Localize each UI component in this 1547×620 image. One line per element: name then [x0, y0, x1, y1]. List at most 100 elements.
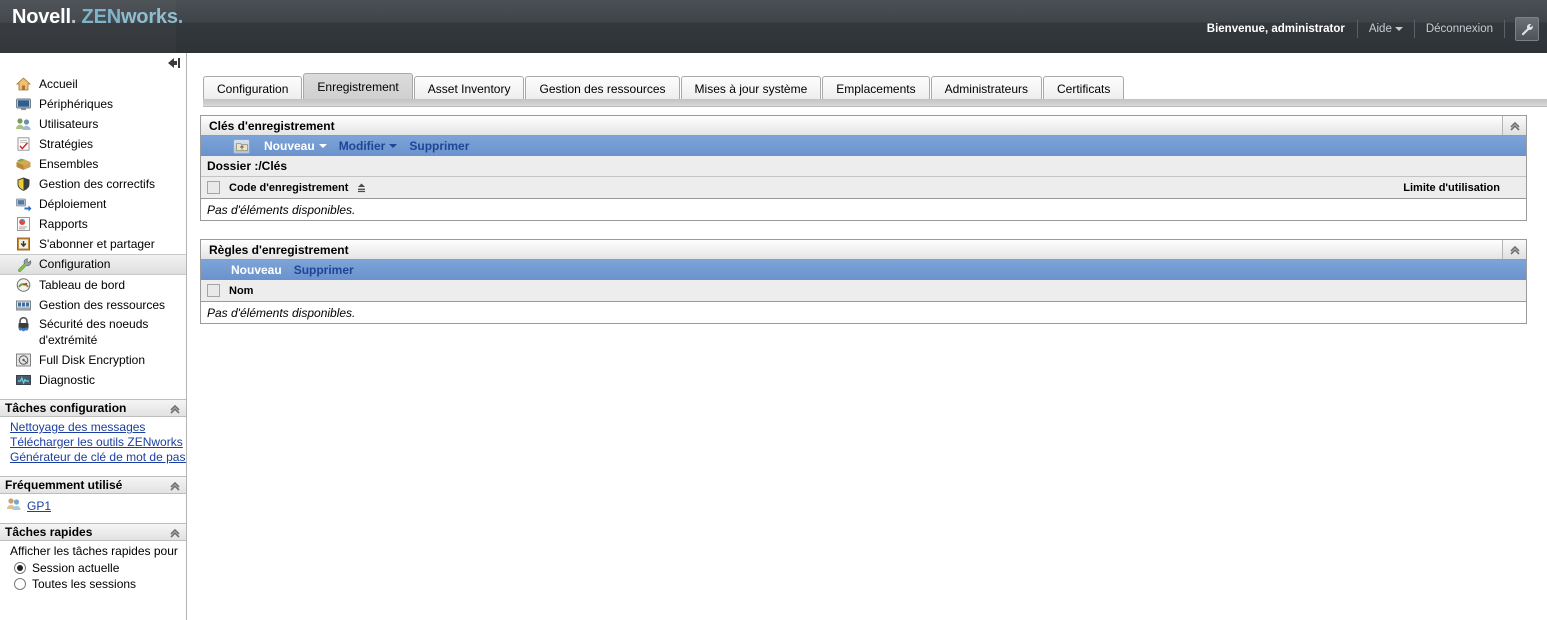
brand-zen: ZEN	[81, 6, 122, 28]
empty-state-message: Pas d'éléments disponibles.	[201, 199, 1526, 220]
folder-up-icon[interactable]	[233, 138, 250, 154]
lock-icon	[14, 316, 32, 332]
sidebar-item-diagnostic[interactable]: Diagnostic	[0, 370, 186, 390]
sidebar-item-label: Tableau de bord	[39, 277, 126, 292]
sidebar-item-s-curit-des-noeuds-d-extr-mit[interactable]: Sécurité des noeuds d'extrémité	[0, 315, 186, 350]
sidebar-item-label: Gestion des correctifs	[39, 176, 156, 191]
sidebar-item-accueil[interactable]: Accueil	[0, 74, 186, 94]
section-title: Tâches rapides	[5, 525, 93, 539]
chevron-up-icon[interactable]	[1502, 240, 1526, 259]
chevron-up-icon[interactable]	[168, 479, 182, 496]
sidebar-item-tableau-de-bord[interactable]: Tableau de bord	[0, 275, 186, 295]
radio-button[interactable]	[14, 578, 26, 590]
tab-administrateurs[interactable]: Administrateurs	[930, 76, 1042, 100]
tab-asset-inventory[interactable]: Asset Inventory	[413, 76, 525, 100]
radio-label: Toutes les sessions	[32, 577, 137, 591]
frequent-item-label[interactable]: GP1	[27, 499, 51, 513]
toolbar-button-nouveau[interactable]: Nouveau	[258, 139, 333, 153]
sidebar-item-s-abonner-et-partager[interactable]: S'abonner et partager	[0, 234, 186, 254]
toolbar-button-supprimer[interactable]: Supprimer	[403, 139, 475, 153]
sidebar-item-gestion-des-correctifs[interactable]: Gestion des correctifs	[0, 174, 186, 194]
task-link-3[interactable]: Générateur de clé de mot de passe	[10, 450, 186, 465]
sort-ascending-icon[interactable]	[356, 182, 367, 193]
section-header-taches-rapides[interactable]: Tâches rapides	[0, 523, 186, 541]
sidebar-item-d-ploiement[interactable]: Déploiement	[0, 194, 186, 214]
tab-enregistrement[interactable]: Enregistrement	[303, 73, 413, 100]
sidebar-item-utilisateurs[interactable]: Utilisateurs	[0, 114, 186, 134]
chevron-down-icon	[318, 144, 327, 148]
chevron-up-icon[interactable]	[1502, 116, 1526, 135]
sidebar-item-label: Configuration	[39, 257, 111, 271]
header-actions: Bienvenue, administrator Aide Déconnexio…	[1206, 17, 1539, 41]
brand-novell: Novell	[12, 6, 71, 28]
radio-toutes-les-sessions[interactable]: Toutes les sessions	[0, 575, 186, 591]
toolbar-button-supprimer[interactable]: Supprimer	[288, 263, 360, 277]
folder-path-row: Dossier :/Clés	[201, 156, 1526, 177]
shield-icon	[14, 176, 32, 192]
column-header-code-denregistrement[interactable]: Code d'enregistrement	[229, 182, 348, 194]
tab-emplacements[interactable]: Emplacements	[822, 76, 930, 100]
brand-dot-2: .	[177, 6, 184, 28]
select-all-checkbox[interactable]	[207, 284, 220, 297]
home-icon	[14, 76, 32, 92]
sidebar-item-label: S'abonner et partager	[39, 236, 155, 251]
wrench-icon[interactable]	[1515, 17, 1539, 41]
sidebar-item-p-riph-riques[interactable]: Périphériques	[0, 94, 186, 114]
tab-gestion-des-ressources[interactable]: Gestion des ressources	[525, 76, 680, 100]
chevron-up-icon[interactable]	[168, 402, 182, 419]
table-column-header: Nom	[201, 280, 1526, 302]
tab-configuration[interactable]: Configuration	[203, 76, 303, 100]
help-label: Aide	[1368, 23, 1392, 35]
toolbar-button-modifier[interactable]: Modifier	[333, 139, 404, 153]
tab-certificats[interactable]: Certificats	[1043, 76, 1125, 100]
sidebar-item-configuration[interactable]: Configuration	[0, 254, 186, 275]
radio-session-actuelle[interactable]: Session actuelle	[0, 559, 186, 575]
sidebar-item-label: Rapports	[39, 216, 88, 231]
panel-title: Clés d'enregistrement	[201, 116, 1526, 136]
sidebar-item-gestion-des-ressources[interactable]: Gestion des ressources	[0, 295, 186, 315]
sidebar-item-label: Utilisateurs	[39, 116, 99, 131]
chevron-down-icon	[1394, 27, 1403, 31]
clipboard-check-icon	[14, 136, 32, 152]
sidebar-item-strat-gies[interactable]: Stratégies	[0, 134, 186, 154]
sidebar-item-label: Stratégies	[39, 136, 94, 151]
column-header-limite-dutilisation[interactable]: Limite d'utilisation	[1403, 177, 1500, 199]
main-content: Configuration Enregistrement Asset Invento…	[198, 53, 1547, 620]
tab-bar-underline	[203, 99, 1547, 107]
section-title: Fréquemment utilisé	[5, 478, 123, 492]
divider	[1504, 20, 1505, 38]
section-header-frequemment-utilise[interactable]: Fréquemment utilisé	[0, 476, 186, 494]
toolbar-button-label: Nouveau	[264, 139, 315, 153]
column-header-nom[interactable]: Nom	[229, 285, 253, 297]
sidebar-item-full-disk-encryption[interactable]: Full Disk Encryption	[0, 350, 186, 370]
sidebar-item-rapports[interactable]: Rapports	[0, 214, 186, 234]
sidebar-item-ensembles[interactable]: Ensembles	[0, 154, 186, 174]
chevron-down-icon	[389, 144, 398, 148]
chevron-up-icon[interactable]	[168, 526, 182, 543]
brand-dot-1: .	[70, 6, 77, 28]
help-menu[interactable]: Aide	[1358, 23, 1414, 35]
sidebar: Accueil Périphériques Utilisateurs Stratégi…	[0, 53, 198, 620]
brand-works: works	[120, 6, 178, 28]
toolbar-button-nouveau[interactable]: Nouveau	[225, 263, 288, 277]
disk-icon	[14, 352, 32, 368]
deploy-icon	[14, 196, 32, 212]
collapse-panel-icon[interactable]	[165, 56, 181, 70]
panel-toolbar: Nouveau Modifier Supprimer	[201, 136, 1526, 156]
tab-mises-jour-syst-me[interactable]: Mises à jour système	[680, 76, 822, 100]
logout-link[interactable]: Déconnexion	[1415, 23, 1504, 35]
frequent-item-gp1[interactable]: GP1	[0, 494, 186, 514]
select-all-checkbox[interactable]	[207, 181, 220, 194]
welcome-text: Bienvenue, administrator	[1206, 23, 1345, 35]
task-link-1[interactable]: Nettoyage des messages	[10, 420, 186, 435]
sidebar-collapse-bar	[0, 53, 186, 74]
section-header-taches-configuration[interactable]: Tâches configuration	[0, 399, 186, 417]
panel-title-text: Règles d'enregistrement	[209, 242, 349, 257]
sidebar-item-label: Déploiement	[39, 196, 107, 211]
panel-title: Règles d'enregistrement	[201, 240, 1526, 260]
table-column-header: Code d'enregistrement Limite d'utilisati…	[201, 177, 1526, 199]
panel-title-text: Clés d'enregistrement	[209, 118, 335, 133]
task-link-2[interactable]: Télécharger les outils ZENworks	[10, 435, 186, 450]
sidebar-item-label: Périphériques	[39, 96, 114, 111]
radio-button[interactable]	[14, 562, 26, 574]
